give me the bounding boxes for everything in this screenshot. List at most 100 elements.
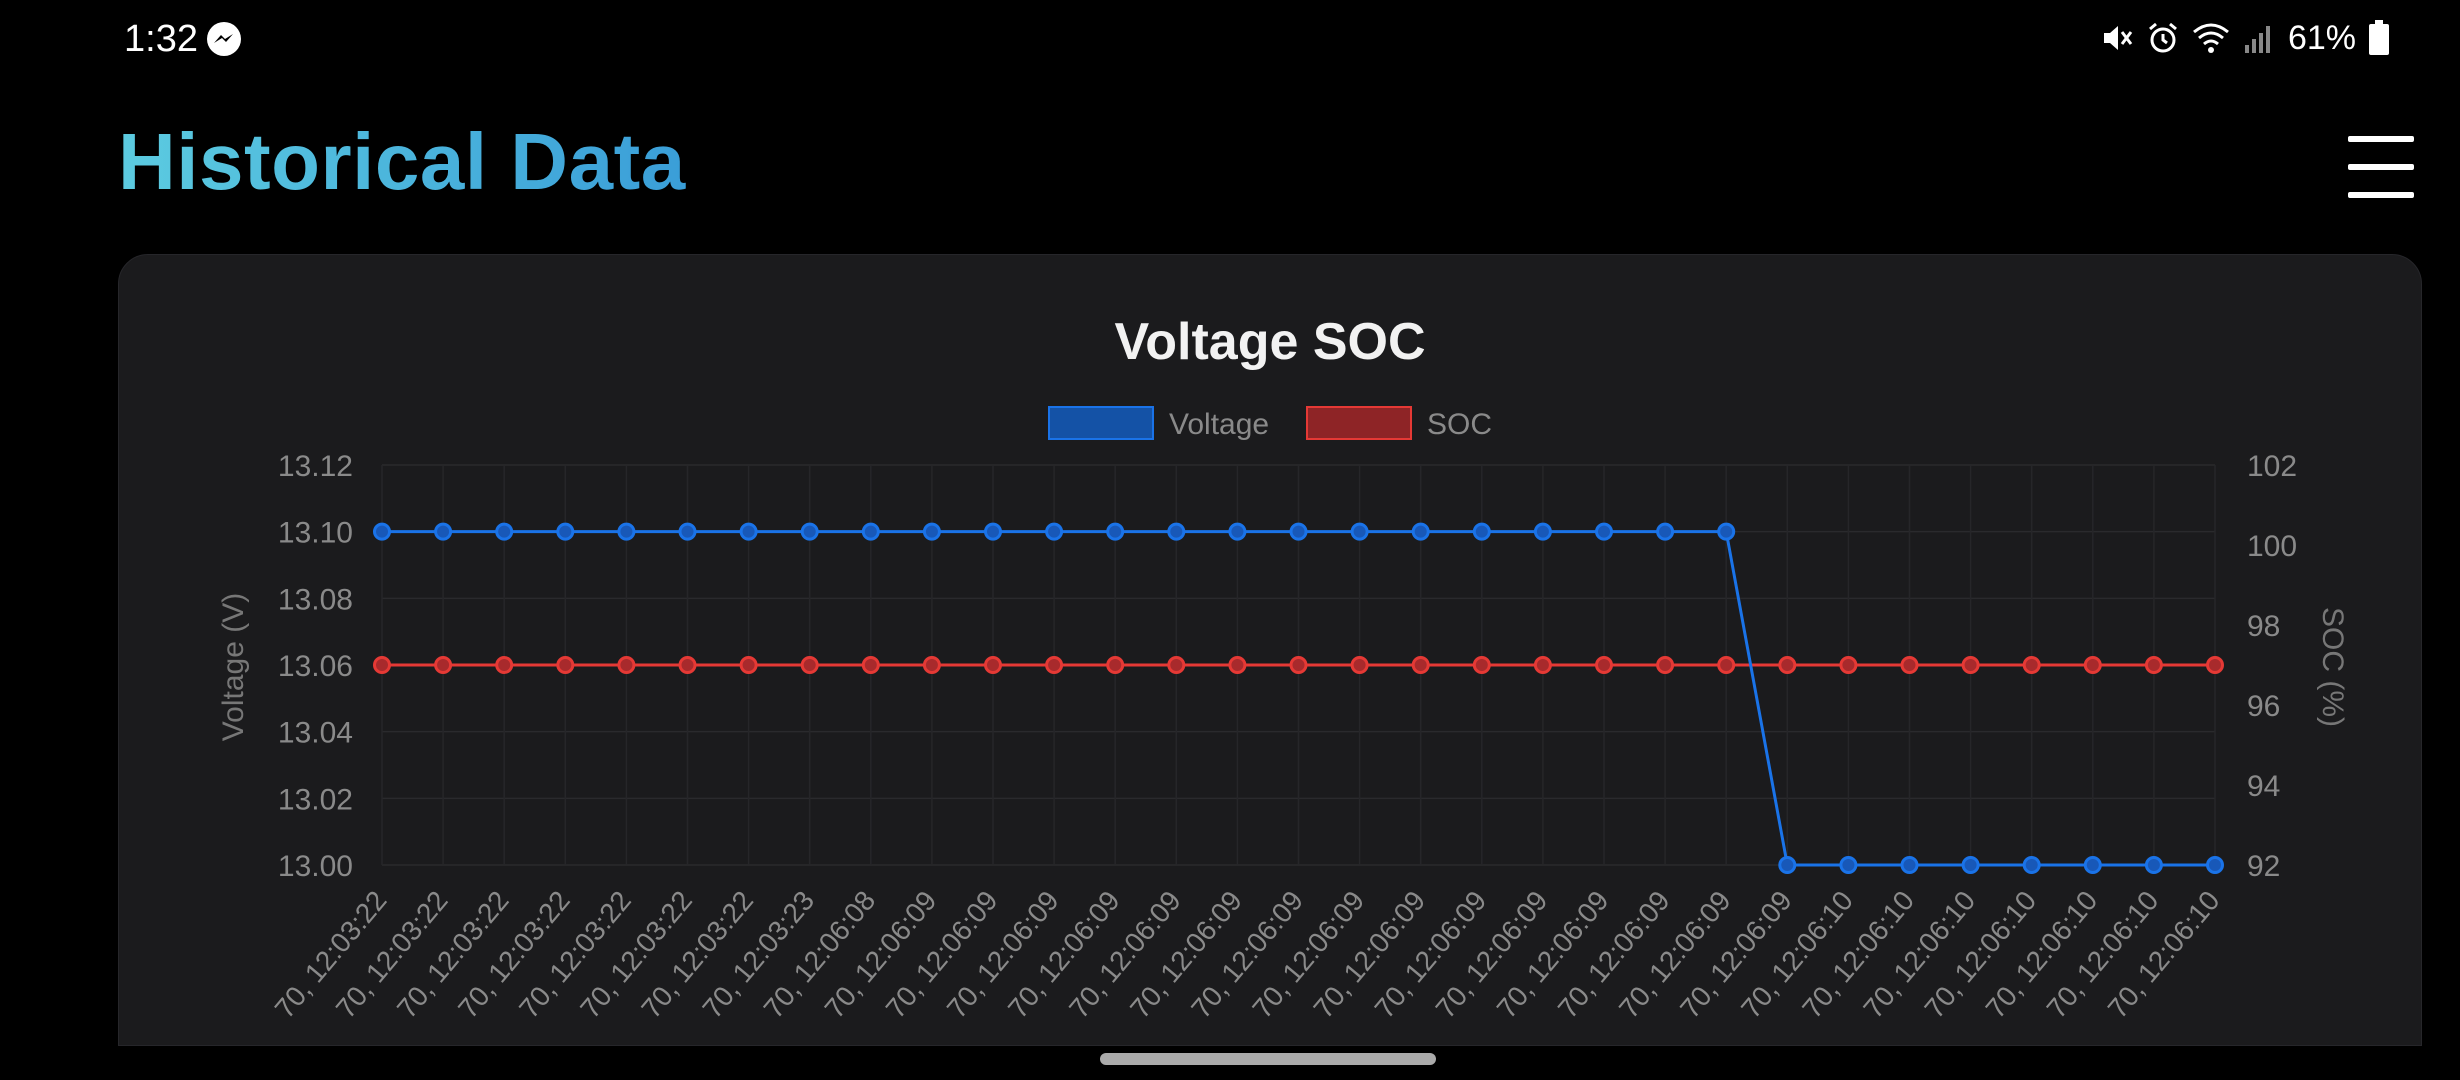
data-point-voltage[interactable] — [373, 522, 391, 541]
data-point-soc[interactable] — [1595, 656, 1613, 674]
data-point-soc[interactable] — [1289, 656, 1308, 674]
page-title: Historical Data — [118, 117, 686, 206]
data-point-soc[interactable] — [1411, 656, 1430, 674]
data-point-voltage[interactable] — [1411, 522, 1430, 541]
y-axis-left-tick-label: 13.12 — [278, 450, 353, 483]
x-axis-ticks: 70, 12:03:2270, 12:03:2270, 12:03:2270, … — [269, 885, 2226, 1024]
data-point-soc[interactable] — [373, 656, 391, 674]
chart-legend: Voltage SOC — [1048, 406, 1492, 441]
status-time: 1:32 — [124, 18, 198, 60]
data-point-soc[interactable] — [1839, 656, 1858, 674]
y-axis-right-tick-label: 94 — [2247, 770, 2280, 803]
data-point-soc[interactable] — [495, 656, 514, 674]
data-point-voltage[interactable] — [922, 522, 941, 541]
data-point-soc[interactable] — [2144, 656, 2163, 674]
data-point-soc[interactable] — [739, 656, 758, 674]
legend-item-soc[interactable]: SOC — [1306, 406, 1492, 441]
data-point-soc[interactable] — [984, 656, 1002, 674]
data-point-voltage[interactable] — [739, 522, 758, 541]
data-point-voltage[interactable] — [984, 522, 1002, 541]
status-bar: 1:32 61% — [0, 0, 2460, 80]
hamburger-menu-button[interactable] — [2348, 134, 2414, 198]
y-axis-right-tick-label: 98 — [2247, 610, 2280, 643]
data-point-voltage[interactable] — [617, 522, 636, 541]
data-point-voltage[interactable] — [2206, 856, 2224, 874]
data-point-voltage[interactable] — [678, 522, 697, 541]
y-axis-right-tick-label: 96 — [2247, 690, 2280, 723]
y-axis-left-label: Voltage (V) — [217, 593, 250, 741]
data-point-soc[interactable] — [1717, 656, 1736, 674]
voltage-soc-chart: Voltage SOC Voltage SOC 13.1213.1013.081… — [217, 313, 2349, 1024]
chart-title: Voltage SOC — [1114, 313, 1425, 371]
data-point-voltage[interactable] — [1106, 522, 1125, 541]
mute-icon — [2103, 26, 2133, 50]
y-axis-right-tick-label: 92 — [2247, 850, 2280, 883]
data-point-soc[interactable] — [1167, 656, 1186, 674]
data-point-voltage[interactable] — [1350, 522, 1369, 541]
status-icons: 61% — [2100, 16, 2390, 60]
data-point-soc[interactable] — [1350, 656, 1369, 674]
y-axis-left-tick-label: 13.08 — [278, 583, 353, 616]
data-point-soc[interactable] — [1045, 656, 1064, 674]
data-point-soc[interactable] — [678, 656, 697, 674]
data-point-soc[interactable] — [861, 656, 880, 674]
data-point-soc[interactable] — [800, 656, 819, 674]
y-axis-right-tick-label: 102 — [2247, 450, 2297, 483]
data-point-voltage[interactable] — [2083, 856, 2102, 874]
data-point-voltage[interactable] — [861, 522, 880, 541]
data-point-voltage[interactable] — [1717, 522, 1736, 541]
battery-percentage: 61% — [2287, 18, 2356, 57]
data-point-voltage[interactable] — [1900, 856, 1919, 874]
data-point-soc[interactable] — [1533, 656, 1552, 674]
y-axis-left-tick-label: 13.06 — [278, 650, 353, 683]
data-point-soc[interactable] — [2083, 656, 2102, 674]
data-point-voltage[interactable] — [1472, 522, 1491, 541]
data-point-voltage[interactable] — [2022, 856, 2041, 874]
legend-label-voltage: Voltage — [1169, 408, 1269, 441]
alarm-icon — [2148, 22, 2177, 53]
y-axis-left-tick-label: 13.00 — [278, 850, 353, 883]
legend-label-soc: SOC — [1427, 408, 1492, 441]
data-point-voltage[interactable] — [1228, 522, 1247, 541]
data-point-voltage[interactable] — [2144, 856, 2163, 874]
data-point-soc[interactable] — [1961, 656, 1980, 674]
data-point-voltage[interactable] — [1778, 856, 1797, 874]
data-point-voltage[interactable] — [1167, 522, 1186, 541]
y-axis-right-label: SOC (%) — [2316, 607, 2349, 727]
chart-card: Voltage SOC Voltage SOC 13.12 13.10 13.08 1… — [118, 254, 2422, 1046]
data-point-voltage[interactable] — [1961, 856, 1980, 874]
legend-swatch-voltage — [1048, 406, 1154, 440]
hamburger-menu-icon — [2348, 136, 2414, 142]
data-point-soc[interactable] — [1778, 656, 1797, 674]
data-point-voltage[interactable] — [1656, 522, 1675, 541]
gesture-navigation-bar[interactable] — [1100, 1053, 1436, 1065]
data-point-voltage[interactable] — [1533, 522, 1552, 541]
data-point-voltage[interactable] — [556, 522, 575, 541]
data-point-soc[interactable] — [434, 656, 453, 674]
battery-icon — [2369, 20, 2389, 55]
data-point-soc[interactable] — [922, 656, 941, 674]
signal-icon — [2244, 26, 2270, 53]
data-point-voltage[interactable] — [1289, 522, 1308, 541]
data-point-voltage[interactable] — [800, 522, 819, 541]
data-point-soc[interactable] — [1106, 656, 1125, 674]
y-axis-left-ticks: 13.12 13.10 13.08 13.06 13.04 13.02 13.00 — [278, 450, 353, 883]
data-point-soc[interactable] — [556, 656, 575, 674]
data-point-soc[interactable] — [1656, 656, 1675, 674]
data-point-voltage[interactable] — [1839, 856, 1858, 874]
data-point-soc[interactable] — [2022, 656, 2041, 674]
data-point-soc[interactable] — [1228, 656, 1247, 674]
legend-item-voltage[interactable]: Voltage — [1048, 406, 1269, 441]
data-point-voltage[interactable] — [434, 522, 453, 541]
y-axis-left-tick-label: 13.02 — [278, 783, 353, 816]
hamburger-menu-icon — [2348, 192, 2414, 198]
data-point-voltage[interactable] — [495, 522, 514, 541]
data-point-soc[interactable] — [1900, 656, 1919, 674]
data-point-voltage[interactable] — [1045, 522, 1064, 541]
data-point-soc[interactable] — [1472, 656, 1491, 674]
data-point-voltage[interactable] — [1595, 522, 1613, 541]
data-point-soc[interactable] — [2206, 656, 2224, 674]
data-point-soc[interactable] — [617, 656, 636, 674]
wifi-icon — [2192, 23, 2229, 53]
y-axis-right-ticks: 102 100 98 96 94 92 — [2247, 450, 2297, 883]
